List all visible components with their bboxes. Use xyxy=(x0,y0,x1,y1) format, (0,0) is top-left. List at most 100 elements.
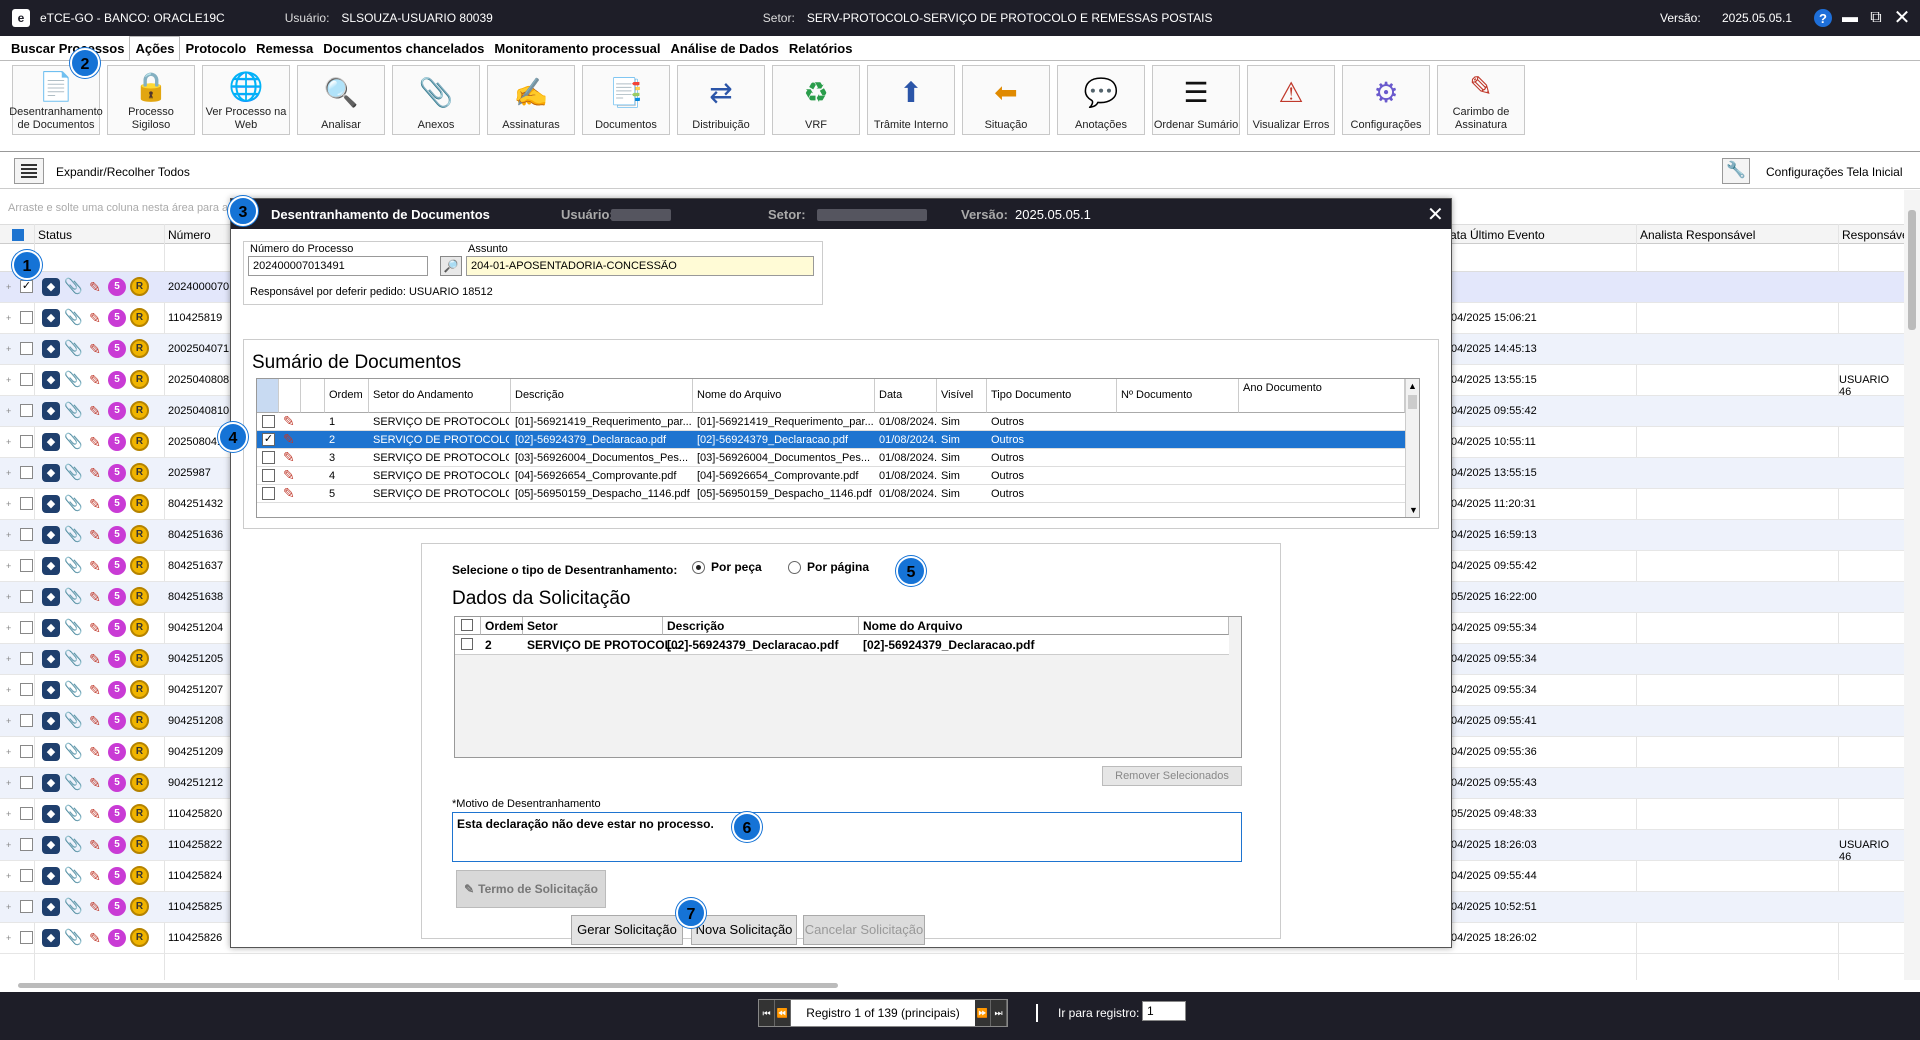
row-checkbox[interactable] xyxy=(20,311,33,324)
last-page-icon[interactable]: ⏭ xyxy=(991,1000,1007,1026)
expand-collapse-icon[interactable] xyxy=(14,158,44,184)
summary-row[interactable]: ✎1SERVIÇO DE PROTOCOLO E ...[01]-5692141… xyxy=(257,413,1405,431)
restore-icon[interactable]: ⧉ xyxy=(1864,6,1888,30)
col-responsavel[interactable]: Responsáve xyxy=(1842,228,1909,242)
row-checkbox[interactable] xyxy=(20,869,33,882)
row-checkbox[interactable] xyxy=(20,559,33,572)
menu-tab-5[interactable]: Monitoramento processual xyxy=(489,37,665,60)
sum-col-ordem[interactable]: Ordem xyxy=(325,379,369,413)
ribbon-button-5[interactable]: ✍ Assinaturas xyxy=(487,65,575,135)
expand-row-icon[interactable]: + xyxy=(6,903,14,912)
expand-row-icon[interactable]: + xyxy=(6,469,14,478)
expand-row-icon[interactable]: + xyxy=(6,562,14,571)
row-checkbox[interactable] xyxy=(20,590,33,603)
sum-col-setor[interactable]: Setor do Andamento xyxy=(369,379,511,413)
radio-por-peca[interactable]: Por peça xyxy=(692,560,762,574)
goto-input[interactable] xyxy=(1142,1001,1186,1021)
expand-row-icon[interactable]: + xyxy=(6,624,14,633)
req-col-ordem[interactable]: Ordem xyxy=(481,617,524,635)
termo-solicitacao-button[interactable]: ✎ Termo de Solicitação xyxy=(456,870,606,908)
row-checkbox[interactable] xyxy=(20,776,33,789)
expand-row-icon[interactable]: + xyxy=(6,314,14,323)
row-checkbox[interactable] xyxy=(20,931,33,944)
expand-row-icon[interactable]: + xyxy=(6,841,14,850)
ribbon-button-9[interactable]: ⬆ Trâmite Interno xyxy=(867,65,955,135)
ribbon-button-8[interactable]: ♻ VRF xyxy=(772,65,860,135)
row-checkbox[interactable] xyxy=(20,466,33,479)
menu-tab-0[interactable]: Buscar Processos xyxy=(6,37,129,60)
expand-row-icon[interactable]: + xyxy=(6,810,14,819)
sum-col-ndoc[interactable]: Nº Documento xyxy=(1117,379,1239,413)
sum-col-visivel[interactable]: Visível xyxy=(937,379,987,413)
sum-col-arquivo[interactable]: Nome do Arquivo xyxy=(693,379,875,413)
search-icon[interactable]: 🔎 xyxy=(440,256,462,276)
processo-input[interactable] xyxy=(248,256,428,276)
expand-row-icon[interactable]: + xyxy=(6,376,14,385)
menu-tab-3[interactable]: Remessa xyxy=(251,37,318,60)
row-checkbox[interactable] xyxy=(20,342,33,355)
help-icon[interactable]: ? xyxy=(1814,9,1832,27)
ribbon-button-14[interactable]: ⚙ Configurações xyxy=(1342,65,1430,135)
col-status[interactable]: Status xyxy=(38,228,72,242)
ribbon-button-12[interactable]: ☰ Ordenar Sumário xyxy=(1152,65,1240,135)
row-checkbox[interactable] xyxy=(20,838,33,851)
ribbon-button-7[interactable]: ⇄ Distribuição xyxy=(677,65,765,135)
expand-row-icon[interactable]: + xyxy=(6,438,14,447)
ribbon-button-11[interactable]: 💬 Anotações xyxy=(1057,65,1145,135)
wrench-icon[interactable]: 🔧 xyxy=(1722,158,1750,184)
sum-col-descricao[interactable]: Descrição xyxy=(511,379,693,413)
expand-row-icon[interactable]: + xyxy=(6,779,14,788)
minimize-icon[interactable]: ▬ xyxy=(1838,6,1862,30)
cancelar-solicitacao-button[interactable]: Cancelar Solicitação xyxy=(803,915,925,945)
req-col-descricao[interactable]: Descrição xyxy=(663,617,859,635)
expand-row-icon[interactable]: + xyxy=(6,872,14,881)
expand-row-icon[interactable]: + xyxy=(6,686,14,695)
col-data-ultimo-evento[interactable]: ata Último Evento xyxy=(1450,228,1545,242)
column-chooser-icon[interactable] xyxy=(12,229,24,241)
request-select-all-checkbox[interactable] xyxy=(461,619,473,631)
row-checkbox[interactable] xyxy=(20,652,33,665)
first-page-icon[interactable]: ⏮ xyxy=(759,1000,775,1026)
row-checkbox[interactable] xyxy=(20,900,33,913)
expand-row-icon[interactable]: + xyxy=(6,345,14,354)
dialog-close-icon[interactable]: ✕ xyxy=(1427,202,1444,227)
expand-row-icon[interactable]: + xyxy=(6,531,14,540)
col-analista[interactable]: Analista Responsável xyxy=(1640,228,1755,242)
prev-page-icon[interactable]: ⏪ xyxy=(775,1000,791,1026)
row-checkbox[interactable] xyxy=(20,621,33,634)
horizontal-scrollbar[interactable] xyxy=(8,980,1898,990)
row-checkbox[interactable] xyxy=(20,435,33,448)
sum-col-data[interactable]: Data xyxy=(875,379,937,413)
sum-col-ano[interactable]: Ano Documento xyxy=(1239,379,1405,413)
expand-row-icon[interactable]: + xyxy=(6,655,14,664)
summary-row-checkbox[interactable]: ✓ xyxy=(262,433,275,446)
close-icon[interactable]: ✕ xyxy=(1890,6,1914,30)
expand-row-icon[interactable]: + xyxy=(6,593,14,602)
row-checkbox[interactable] xyxy=(20,404,33,417)
menu-tab-1[interactable]: Ações xyxy=(129,36,181,60)
row-checkbox[interactable] xyxy=(20,807,33,820)
config-home-label[interactable]: Configurações Tela Inicial xyxy=(1766,165,1903,179)
menu-tab-7[interactable]: Relatórios xyxy=(784,37,858,60)
radio-por-pagina[interactable]: Por página xyxy=(788,560,869,574)
row-checkbox[interactable] xyxy=(20,373,33,386)
row-checkbox[interactable] xyxy=(20,683,33,696)
col-numero[interactable]: Número xyxy=(168,228,211,242)
expand-row-icon[interactable]: + xyxy=(6,500,14,509)
req-col-arquivo[interactable]: Nome do Arquivo xyxy=(859,617,1229,635)
ribbon-button-1[interactable]: 🔒 Processo Sigiloso xyxy=(107,65,195,135)
summary-row[interactable]: ✓✎2SERVIÇO DE PROTOCOLO E ...[02]-569243… xyxy=(257,431,1405,449)
assunto-input[interactable] xyxy=(466,256,814,276)
sum-col-tipo[interactable]: Tipo Documento xyxy=(987,379,1117,413)
ribbon-button-4[interactable]: 📎 Anexos xyxy=(392,65,480,135)
summary-row[interactable]: ✎4SERVIÇO DE PROTOCOLO E ...[04]-5692665… xyxy=(257,467,1405,485)
expand-collapse-label[interactable]: Expandir/Recolher Todos xyxy=(56,165,190,179)
summary-row-checkbox[interactable] xyxy=(262,451,275,464)
req-col-setor[interactable]: Setor xyxy=(523,617,663,635)
remove-selected-button[interactable]: Remover Selecionados xyxy=(1102,766,1242,786)
menu-tab-4[interactable]: Documentos chancelados xyxy=(318,37,489,60)
scroll-down-icon[interactable]: ▼ xyxy=(1409,505,1418,515)
next-page-icon[interactable]: ⏩ xyxy=(975,1000,991,1026)
ribbon-button-2[interactable]: 🌐 Ver Processo na Web xyxy=(202,65,290,135)
expand-row-icon[interactable]: + xyxy=(6,407,14,416)
